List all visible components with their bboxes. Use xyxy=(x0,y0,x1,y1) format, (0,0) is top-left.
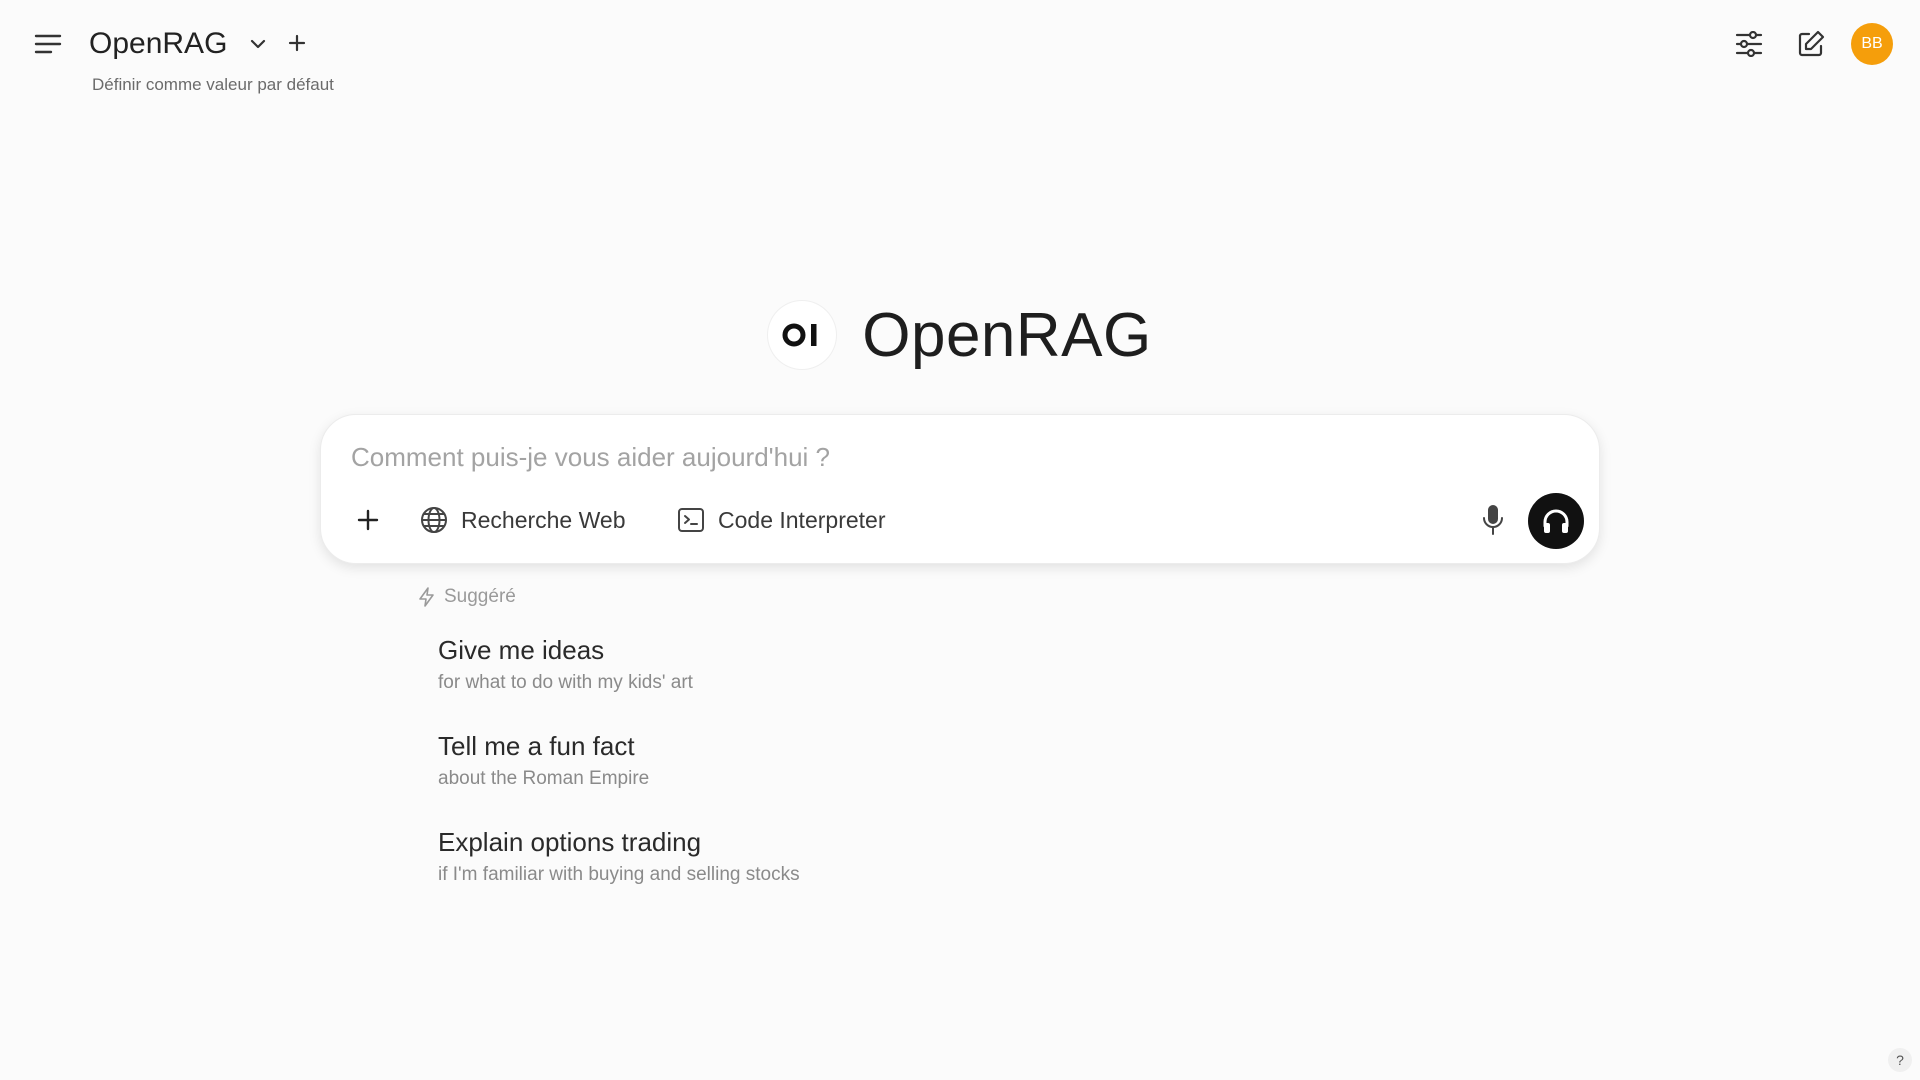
code-interpreter-label: Code Interpreter xyxy=(718,506,886,533)
code-interpreter-toggle[interactable]: Code Interpreter xyxy=(676,498,885,542)
sliders-icon xyxy=(1735,31,1763,57)
edit-icon xyxy=(1798,30,1825,57)
suggestion-item[interactable]: Give me ideas for what to do with my kid… xyxy=(438,634,1488,730)
suggestion-subtitle: if I'm familiar with buying and selling … xyxy=(438,864,800,885)
suggestion-list: Give me ideas for what to do with my kid… xyxy=(438,634,1488,922)
terminal-icon xyxy=(678,508,704,532)
suggestions-heading-label: Suggéré xyxy=(444,586,516,607)
dictate-button[interactable] xyxy=(1471,498,1515,542)
web-search-label: Recherche Web xyxy=(461,506,626,533)
help-button[interactable]: ? xyxy=(1888,1048,1912,1072)
logo-mark-icon xyxy=(782,323,817,347)
menu-icon xyxy=(34,34,62,54)
web-search-toggle[interactable]: Recherche Web xyxy=(419,498,626,542)
suggestion-item[interactable]: Tell me a fun fact about the Roman Empir… xyxy=(438,730,1488,826)
chevron-down-icon xyxy=(250,39,266,49)
new-chat-button[interactable] xyxy=(1793,26,1829,62)
hero: OpenRAG xyxy=(0,290,1920,380)
sidebar-toggle-button[interactable] xyxy=(30,26,66,62)
plus-icon xyxy=(357,509,379,531)
suggestion-title: Explain options trading xyxy=(438,827,702,857)
microphone-icon xyxy=(1483,505,1503,535)
top-bar: OpenRAG Définir comme valeur par défaut … xyxy=(0,0,1920,110)
suggestion-title: Give me ideas xyxy=(438,635,605,665)
model-name[interactable]: OpenRAG xyxy=(89,26,227,62)
brand-name: OpenRAG xyxy=(862,300,1152,370)
user-avatar[interactable]: BB xyxy=(1851,23,1893,65)
suggestions-heading: Suggéré xyxy=(418,586,516,608)
chat-controls-button[interactable] xyxy=(1731,26,1767,62)
voice-mode-button[interactable] xyxy=(1528,493,1584,549)
suggestion-title: Tell me a fun fact xyxy=(438,731,635,761)
model-selector-button[interactable] xyxy=(244,30,272,58)
openrag-logo xyxy=(768,301,837,369)
bolt-icon xyxy=(419,587,434,607)
headphones-icon xyxy=(1543,509,1569,533)
suggestion-subtitle: for what to do with my kids' art xyxy=(438,672,693,693)
add-model-button[interactable] xyxy=(283,28,311,58)
attach-button[interactable] xyxy=(348,500,388,540)
message-composer: Recherche Web Code Interpreter xyxy=(320,414,1600,564)
suggestion-subtitle: about the Roman Empire xyxy=(438,768,650,789)
globe-icon xyxy=(421,507,447,533)
suggestion-item[interactable]: Explain options trading if I'm familiar … xyxy=(438,826,1488,922)
set-default-link[interactable]: Définir comme valeur par défaut xyxy=(92,75,334,95)
plus-icon xyxy=(288,34,306,52)
prompt-input[interactable] xyxy=(351,437,1551,477)
